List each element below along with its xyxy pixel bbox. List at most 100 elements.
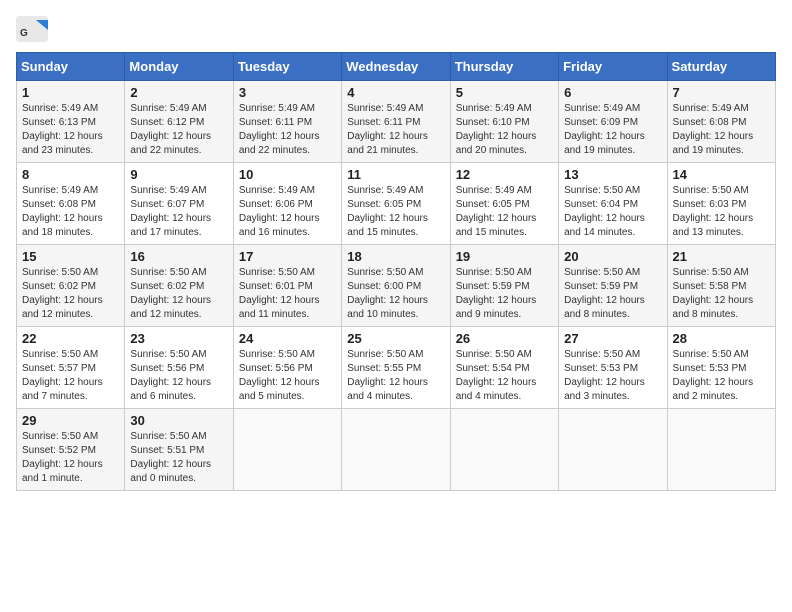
day-number: 11 [347,167,444,182]
day-detail: Sunrise: 5:50 AMSunset: 6:01 PMDaylight:… [239,266,336,322]
calendar-cell: 26 Sunrise: 5:50 AMSunset: 5:54 PMDayligh… [450,327,558,409]
calendar-cell [450,409,558,491]
day-number: 28 [673,331,770,346]
calendar-cell: 21 Sunrise: 5:50 AMSunset: 5:58 PMDayligh… [667,245,775,327]
day-detail: Sunrise: 5:49 AMSunset: 6:08 PMDaylight:… [22,184,119,240]
day-number: 19 [456,249,553,264]
calendar-cell: 15Sunrise: 5:50 AMSunset: 6:02 PMDayligh… [17,245,125,327]
calendar-cell: 10 Sunrise: 5:49 AMSunset: 6:06 PMDayligh… [233,163,341,245]
day-number: 18 [347,249,444,264]
calendar-cell: 7 Sunrise: 5:49 AMSunset: 6:08 PMDaylight… [667,81,775,163]
day-number: 25 [347,331,444,346]
page-header: G [16,16,776,42]
col-header-monday: Monday [125,53,233,81]
logo: G [16,16,52,42]
day-detail: Sunrise: 5:50 AMSunset: 5:58 PMDaylight:… [673,266,770,322]
day-number: 12 [456,167,553,182]
day-number: 9 [130,167,227,182]
day-detail: Sunrise: 5:50 AMSunset: 6:03 PMDaylight:… [673,184,770,240]
day-detail: Sunrise: 5:49 AMSunset: 6:05 PMDaylight:… [456,184,553,240]
calendar-cell [233,409,341,491]
day-number: 17 [239,249,336,264]
svg-text:G: G [20,28,28,39]
calendar-cell: 1 Sunrise: 5:49 AMSunset: 6:13 PMDaylight… [17,81,125,163]
day-number: 2 [130,85,227,100]
day-detail: Sunrise: 5:50 AMSunset: 5:54 PMDaylight:… [456,348,553,404]
calendar-cell [667,409,775,491]
calendar-cell: 8 Sunrise: 5:49 AMSunset: 6:08 PMDaylight… [17,163,125,245]
day-detail: Sunrise: 5:50 AMSunset: 5:56 PMDaylight:… [239,348,336,404]
col-header-thursday: Thursday [450,53,558,81]
day-number: 26 [456,331,553,346]
day-number: 16 [130,249,227,264]
calendar-cell: 24 Sunrise: 5:50 AMSunset: 5:56 PMDayligh… [233,327,341,409]
calendar-cell: 28 Sunrise: 5:50 AMSunset: 5:53 PMDayligh… [667,327,775,409]
col-header-tuesday: Tuesday [233,53,341,81]
day-number: 8 [22,167,119,182]
col-header-sunday: Sunday [17,53,125,81]
day-detail: Sunrise: 5:49 AMSunset: 6:10 PMDaylight:… [456,102,553,158]
day-number: 24 [239,331,336,346]
calendar-cell: 25 Sunrise: 5:50 AMSunset: 5:55 PMDayligh… [342,327,450,409]
calendar-cell: 27 Sunrise: 5:50 AMSunset: 5:53 PMDayligh… [559,327,667,409]
calendar-cell: 9 Sunrise: 5:49 AMSunset: 6:07 PMDaylight… [125,163,233,245]
calendar-cell: 16Sunrise: 5:50 AMSunset: 6:02 PMDayligh… [125,245,233,327]
calendar-cell: 2 Sunrise: 5:49 AMSunset: 6:12 PMDaylight… [125,81,233,163]
day-detail: Sunrise: 5:49 AMSunset: 6:07 PMDaylight:… [130,184,227,240]
day-number: 1 [22,85,119,100]
logo-icon: G [16,16,48,42]
calendar-cell: 20Sunrise: 5:50 AMSunset: 5:59 PMDayligh… [559,245,667,327]
calendar-cell: 23 Sunrise: 5:50 AMSunset: 5:56 PMDayligh… [125,327,233,409]
calendar-cell: 3 Sunrise: 5:49 AMSunset: 6:11 PMDaylight… [233,81,341,163]
calendar-cell: 5 Sunrise: 5:49 AMSunset: 6:10 PMDaylight… [450,81,558,163]
calendar-cell: 12 Sunrise: 5:49 AMSunset: 6:05 PMDayligh… [450,163,558,245]
calendar-cell: 19Sunrise: 5:50 AMSunset: 5:59 PMDayligh… [450,245,558,327]
day-number: 14 [673,167,770,182]
day-detail: Sunrise: 5:49 AMSunset: 6:11 PMDaylight:… [347,102,444,158]
day-number: 4 [347,85,444,100]
day-detail: Sunrise: 5:50 AMSunset: 6:02 PMDaylight:… [22,266,119,322]
day-detail: Sunrise: 5:50 AMSunset: 5:52 PMDaylight:… [22,430,119,486]
day-detail: Sunrise: 5:49 AMSunset: 6:05 PMDaylight:… [347,184,444,240]
day-detail: Sunrise: 5:49 AMSunset: 6:12 PMDaylight:… [130,102,227,158]
day-number: 30 [130,413,227,428]
day-detail: Sunrise: 5:50 AMSunset: 6:00 PMDaylight:… [347,266,444,322]
day-detail: Sunrise: 5:49 AMSunset: 6:11 PMDaylight:… [239,102,336,158]
day-number: 7 [673,85,770,100]
day-number: 3 [239,85,336,100]
day-detail: Sunrise: 5:50 AMSunset: 6:04 PMDaylight:… [564,184,661,240]
calendar-cell: 17 Sunrise: 5:50 AMSunset: 6:01 PMDayligh… [233,245,341,327]
calendar-cell: 4 Sunrise: 5:49 AMSunset: 6:11 PMDaylight… [342,81,450,163]
day-number: 22 [22,331,119,346]
day-detail: Sunrise: 5:50 AMSunset: 5:53 PMDaylight:… [673,348,770,404]
day-number: 21 [673,249,770,264]
day-detail: Sunrise: 5:49 AMSunset: 6:06 PMDaylight:… [239,184,336,240]
day-detail: Sunrise: 5:50 AMSunset: 5:56 PMDaylight:… [130,348,227,404]
day-detail: Sunrise: 5:50 AMSunset: 5:57 PMDaylight:… [22,348,119,404]
day-detail: Sunrise: 5:50 AMSunset: 5:53 PMDaylight:… [564,348,661,404]
calendar-cell: 11 Sunrise: 5:49 AMSunset: 6:05 PMDayligh… [342,163,450,245]
day-number: 10 [239,167,336,182]
day-detail: Sunrise: 5:49 AMSunset: 6:13 PMDaylight:… [22,102,119,158]
day-detail: Sunrise: 5:49 AMSunset: 6:09 PMDaylight:… [564,102,661,158]
day-detail: Sunrise: 5:49 AMSunset: 6:08 PMDaylight:… [673,102,770,158]
calendar-cell: 13 Sunrise: 5:50 AMSunset: 6:04 PMDayligh… [559,163,667,245]
day-number: 5 [456,85,553,100]
day-number: 13 [564,167,661,182]
day-number: 23 [130,331,227,346]
day-number: 6 [564,85,661,100]
day-detail: Sunrise: 5:50 AMSunset: 5:55 PMDaylight:… [347,348,444,404]
col-header-wednesday: Wednesday [342,53,450,81]
calendar-cell: 18 Sunrise: 5:50 AMSunset: 6:00 PMDayligh… [342,245,450,327]
col-header-saturday: Saturday [667,53,775,81]
day-detail: Sunrise: 5:50 AMSunset: 5:51 PMDaylight:… [130,430,227,486]
calendar-cell: 30 Sunrise: 5:50 AMSunset: 5:51 PMDayligh… [125,409,233,491]
day-number: 27 [564,331,661,346]
col-header-friday: Friday [559,53,667,81]
calendar-cell [342,409,450,491]
day-number: 29 [22,413,119,428]
calendar-cell [559,409,667,491]
calendar-cell: 22 Sunrise: 5:50 AMSunset: 5:57 PMDayligh… [17,327,125,409]
calendar-table: SundayMondayTuesdayWednesdayThursdayFrid… [16,52,776,491]
day-detail: Sunrise: 5:50 AMSunset: 5:59 PMDaylight:… [564,266,661,322]
